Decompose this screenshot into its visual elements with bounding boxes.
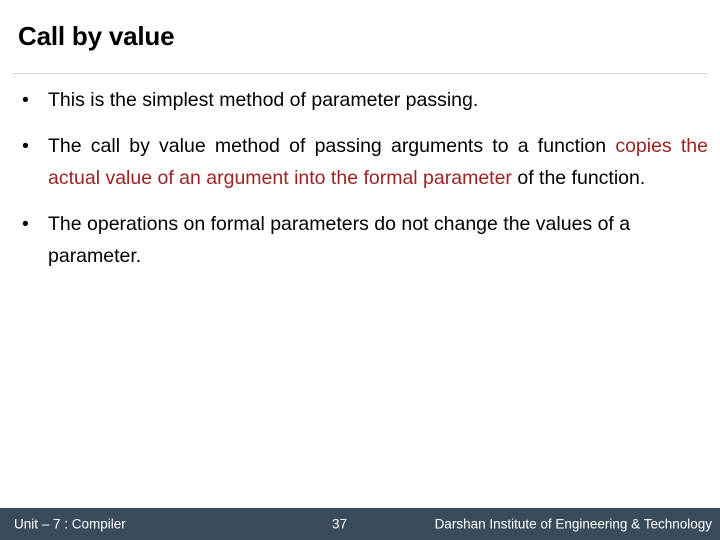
bullet-list: • This is the simplest method of paramet… [12, 84, 708, 286]
text-segment: This is the simplest method of parameter… [48, 89, 479, 111]
footer-page-number: 37 [332, 516, 348, 532]
text-segment: of the function. [511, 167, 646, 189]
text-segment: The operations on formal parameters do n… [48, 213, 631, 267]
list-item: • The operations on formal parameters do… [12, 208, 708, 272]
list-item-text: This is the simplest method of parameter… [48, 84, 708, 116]
title-divider [12, 73, 708, 74]
bullet-marker: • [22, 213, 29, 235]
list-item-text: The operations on formal parameters do n… [48, 208, 708, 272]
page-title: Call by value [18, 21, 175, 51]
bullet-marker: • [22, 135, 29, 157]
list-item-text: The call by value method of passing argu… [48, 130, 708, 194]
text-segment: The call by value method of passing argu… [48, 135, 616, 157]
footer-unit-label: Unit – 7 : Compiler [14, 516, 126, 532]
slide-footer: Unit – 7 : Compiler 37 Darshan Institute… [0, 508, 720, 540]
slide: Call by value • This is the simplest met… [0, 0, 720, 540]
bullet-marker: • [22, 89, 29, 111]
footer-institute-label: Darshan Institute of Engineering & Techn… [434, 516, 712, 532]
list-item: • This is the simplest method of paramet… [12, 84, 708, 116]
list-item: • The call by value method of passing ar… [12, 130, 708, 194]
